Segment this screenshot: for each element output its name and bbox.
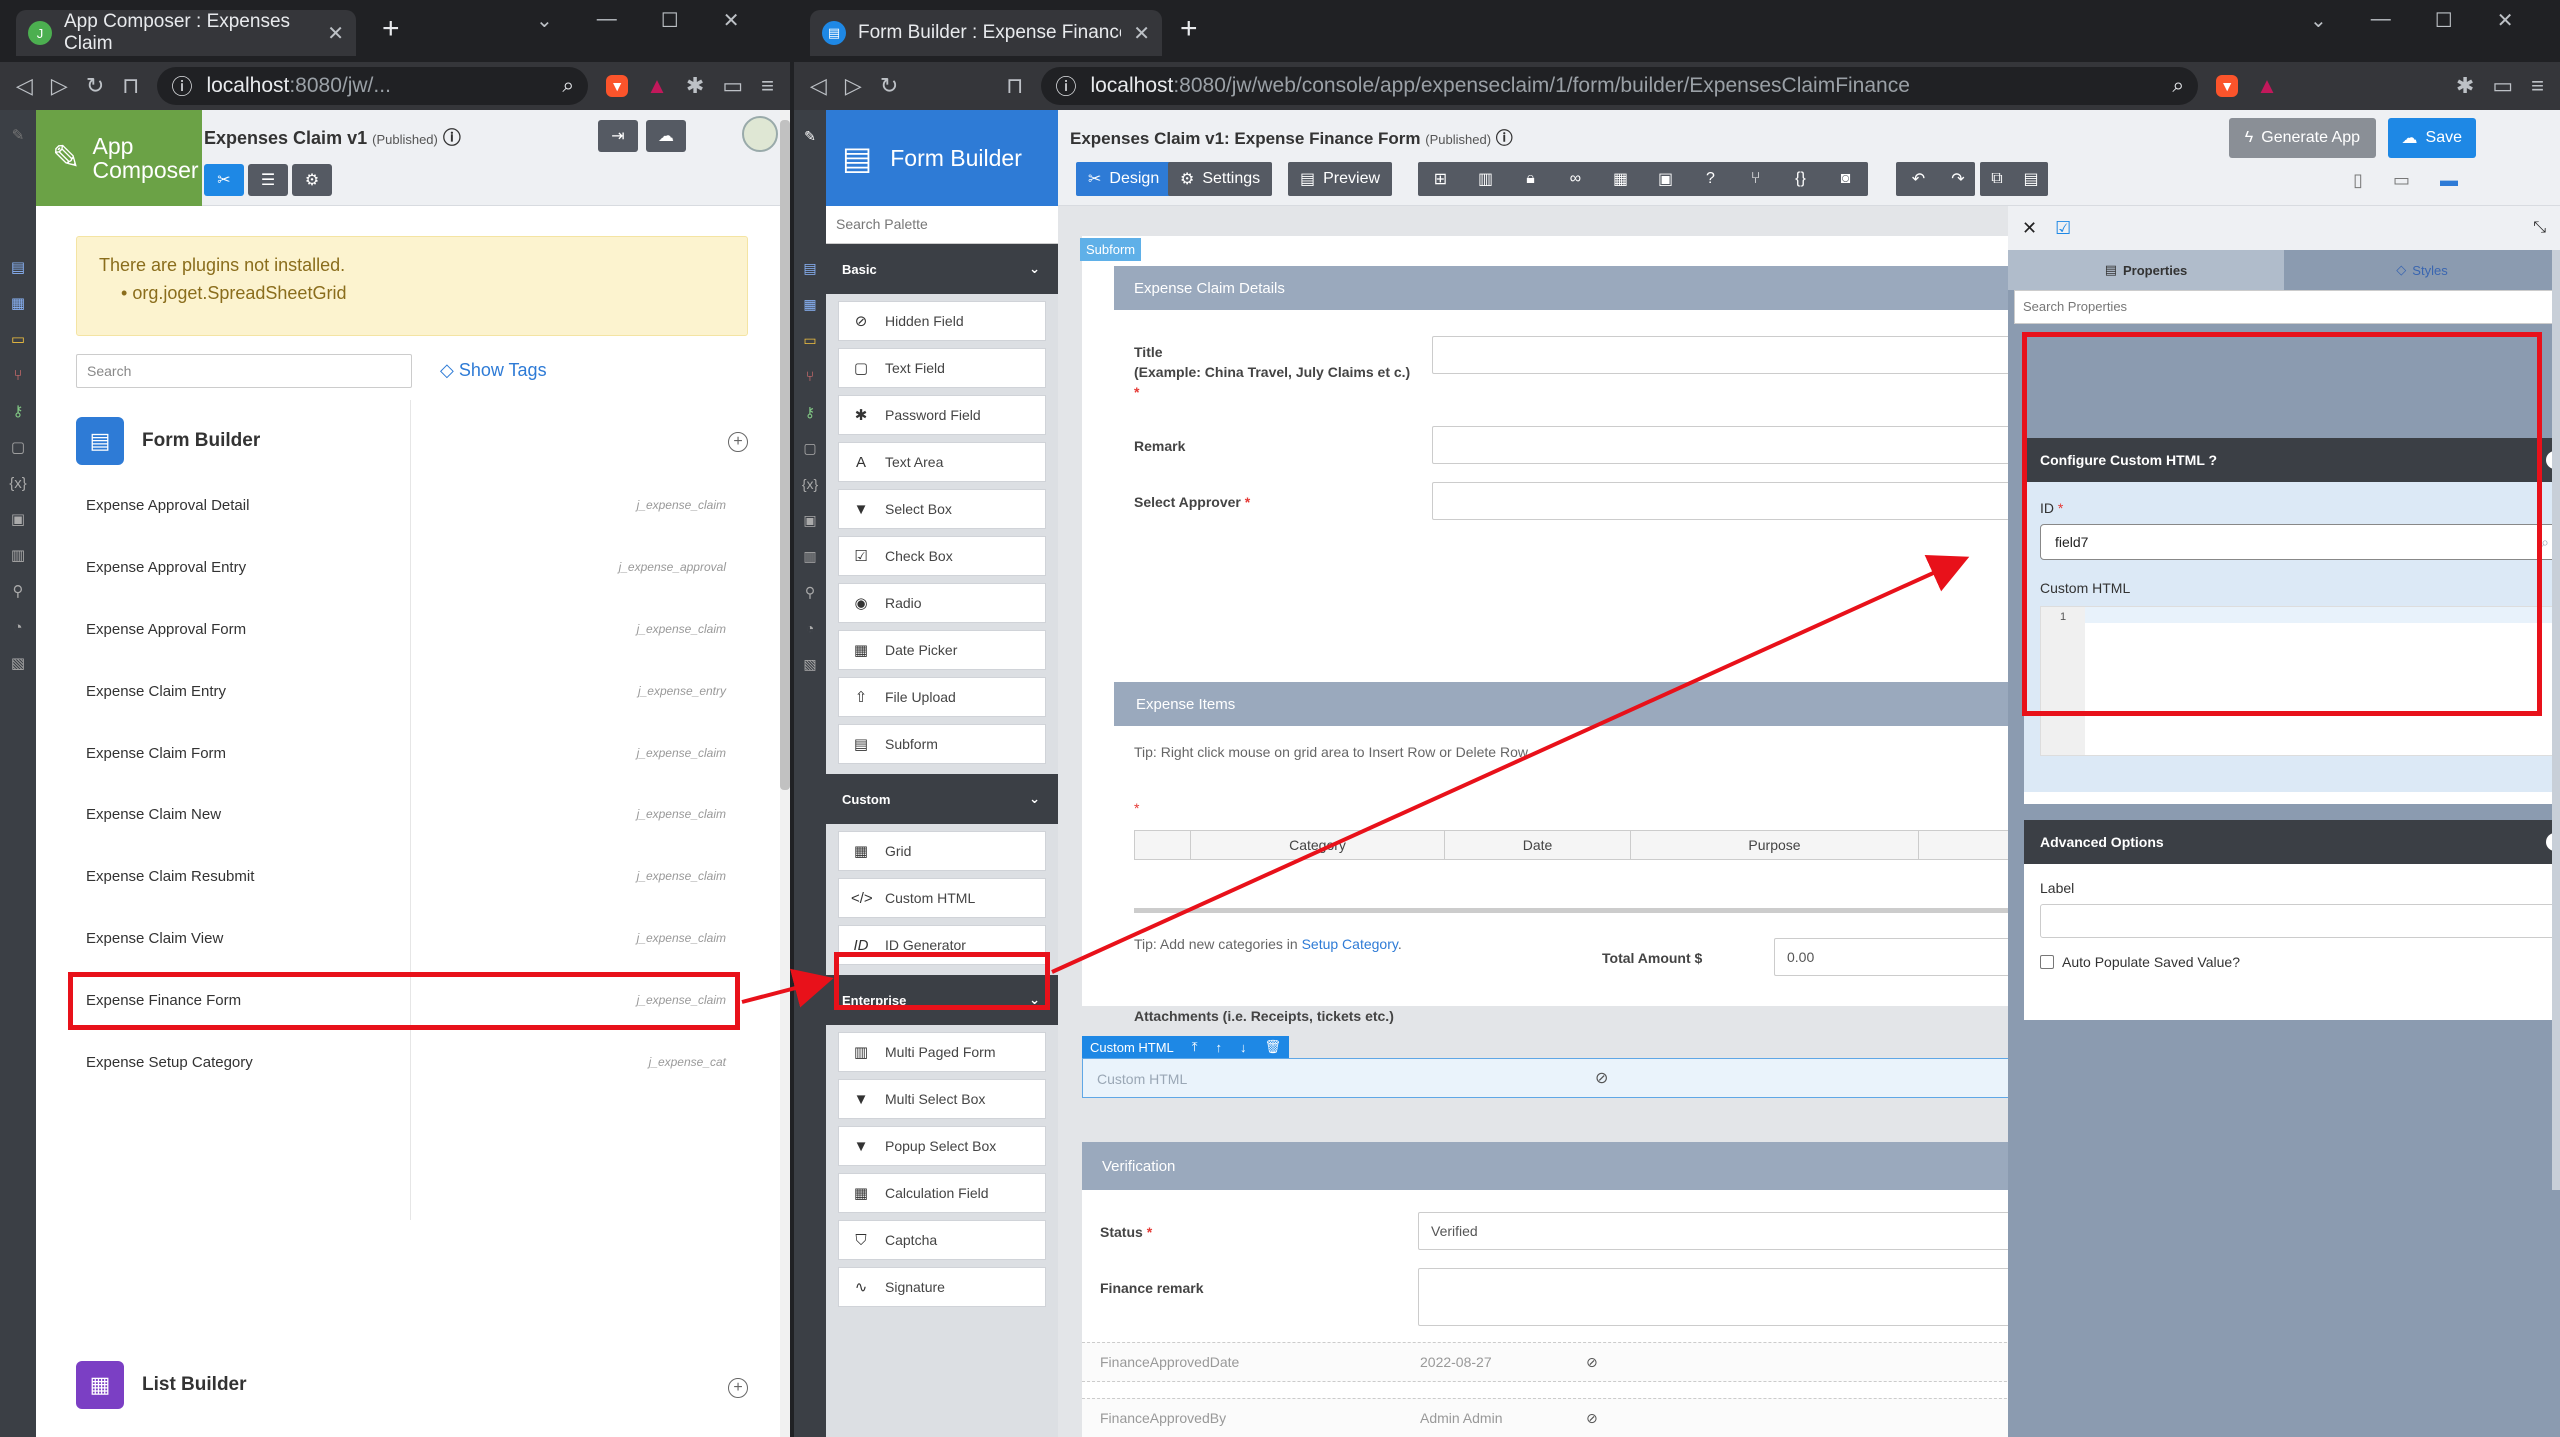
annotation-arrows xyxy=(741,554,1970,1008)
arrow-form-to-palette xyxy=(741,968,834,1008)
arrow-palette-to-properties xyxy=(1051,554,1970,974)
